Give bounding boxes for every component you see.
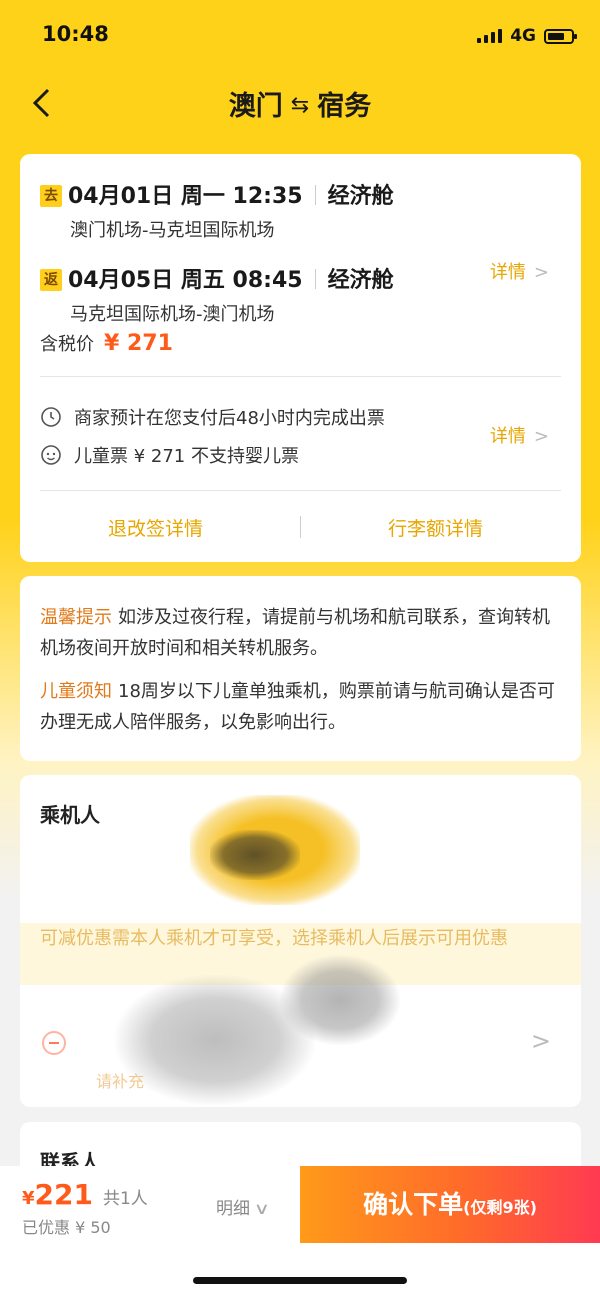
warm-tip-text: 如涉及过夜行程，请提前与机场和航司联系，查询转机机场夜间开放时间和相关转机服务。: [40, 607, 550, 659]
baggage-rules-link[interactable]: 行李额详情: [388, 514, 483, 541]
chevron-right-icon: >: [533, 262, 549, 283]
outbound-datetime: 04月01日 周一 12:35: [68, 184, 303, 209]
confirm-order-button[interactable]: 确认下单(仅剩9张): [300, 1166, 600, 1243]
redaction-scribble: [210, 830, 300, 880]
divider: [300, 516, 301, 538]
price-label: 含税价: [40, 334, 94, 355]
child-tip: 儿童须知 18周岁以下儿童单独乘机，购票前请与航司确认是否可办理无成人陪伴服务，以…: [40, 676, 559, 738]
return-route: 马克坦国际机场-澳门机场: [70, 304, 275, 325]
chevron-down-icon: ∨: [253, 1199, 271, 1218]
passenger-count: 共1人: [102, 1189, 148, 1209]
divider: [40, 490, 561, 491]
discount-amount: 已优惠 ¥ 50: [22, 1218, 111, 1237]
signal-icon: [477, 29, 503, 43]
price-breakdown-button[interactable]: 明细 ∨: [216, 1194, 271, 1219]
chevron-right-icon[interactable]: >: [531, 1027, 551, 1055]
warm-tip-heading: 温馨提示: [40, 607, 112, 628]
network-type: 4G: [510, 26, 536, 46]
round-trip-icon: ⇆: [290, 93, 310, 118]
divider: [40, 376, 561, 377]
outbound-route: 澳门机场-马克坦国际机场: [70, 220, 275, 241]
destination-city: 宿务: [317, 91, 372, 122]
status-bar: 10:48 4G: [0, 0, 600, 70]
return-segment: 返 04月05日 周五 08:45 经济舱 马克坦国际机场-澳门机场: [40, 262, 394, 326]
child-ticket-notice: 儿童票 ¥ 271 不支持婴儿票: [40, 442, 299, 468]
child-tip-text: 18周岁以下儿童单独乘机，购票前请与航司确认是否可办理无成人陪伴服务，以免影响出…: [40, 681, 555, 733]
flight-card: 去 04月01日 周一 12:35 经济舱 澳门机场-马克坦国际机场 返 04月05日…: [20, 154, 581, 562]
total-amount: 221: [34, 1178, 93, 1211]
price-row: 含税价 ¥ 271: [40, 330, 173, 356]
tips-card: 温馨提示 如涉及过夜行程，请提前与机场和航司联系，查询转机机场夜间开放时间和相关转…: [20, 576, 581, 761]
battery-icon: [544, 28, 577, 44]
home-indicator: [193, 1277, 407, 1284]
coupon-hint: 可减优惠需本人乘机才可享受，选择乘机人后展示可用优惠: [40, 928, 508, 949]
notice-detail-link[interactable]: 详情 >: [490, 422, 549, 448]
return-cabin: 经济舱: [327, 268, 394, 293]
passenger-title: 乘机人: [40, 803, 100, 827]
nav-bar: 澳门 ⇆ 宿务: [0, 78, 600, 128]
flight-detail-link[interactable]: 详情 >: [490, 258, 549, 284]
passenger-card: 乘机人 可减优惠需本人乘机才可享受，选择乘机人后展示可用优惠 > 请补充: [20, 775, 581, 1107]
passenger-complete-hint: 请补充: [96, 1072, 145, 1091]
warm-tip: 温馨提示 如涉及过夜行程，请提前与机场和航司联系，查询转机机场夜间开放时间和相关转…: [40, 602, 559, 664]
total-price: ¥221 共1人: [22, 1178, 148, 1211]
return-tag: 返: [40, 269, 62, 291]
child-tip-heading: 儿童须知: [40, 681, 112, 702]
price-value: ¥ 271: [104, 331, 173, 356]
status-indicators: 4G: [477, 26, 577, 46]
currency-symbol: ¥: [22, 1188, 35, 1209]
chevron-right-icon: >: [533, 426, 549, 447]
redaction-scribble: [115, 975, 315, 1105]
ticket-notice: 商家预计在您支付后48小时内完成出票: [40, 404, 385, 430]
status-time: 10:48: [42, 22, 109, 46]
child-face-icon: [41, 445, 61, 465]
clock-icon: [41, 407, 61, 427]
remove-passenger-icon[interactable]: [42, 1031, 66, 1055]
origin-city: 澳门: [228, 91, 283, 122]
page-title: 澳门 ⇆ 宿务: [0, 84, 600, 123]
outbound-tag: 去: [40, 185, 62, 207]
outbound-cabin: 经济舱: [327, 184, 394, 209]
change-rules-link[interactable]: 退改签详情: [108, 514, 203, 541]
return-datetime: 04月05日 周五 08:45: [68, 268, 303, 293]
outbound-segment: 去 04月01日 周一 12:35 经济舱 澳门机场-马克坦国际机场: [40, 178, 394, 242]
